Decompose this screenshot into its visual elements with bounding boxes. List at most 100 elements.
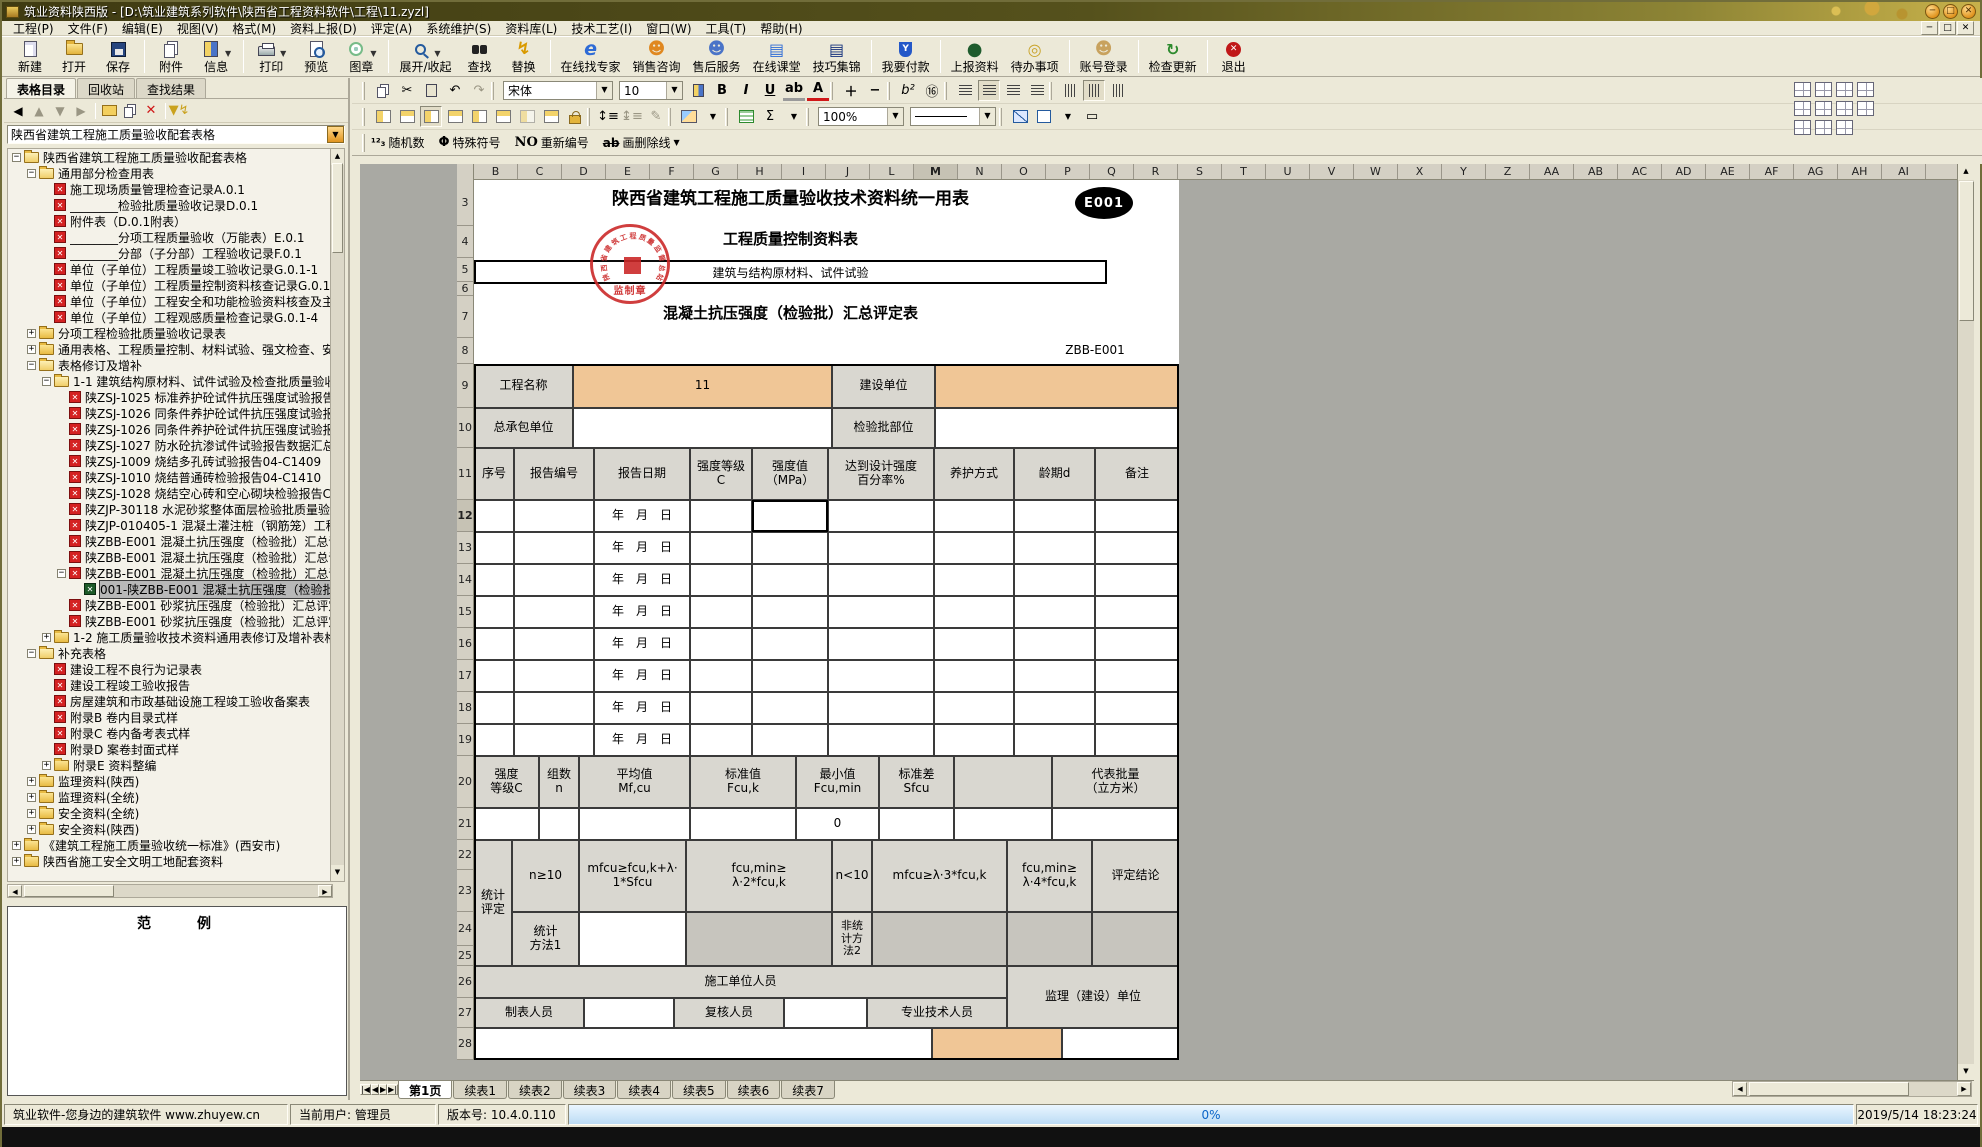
align-right-icon[interactable]	[1002, 80, 1024, 101]
tree-item[interactable]: ✕陕ZBB-E001 砂浆抗压强度（检验批）汇总评定表	[8, 597, 332, 613]
tree-item[interactable]: +1-2 施工质量验收技术资料通用表修订及增补表格	[8, 629, 332, 645]
form-input-cell[interactable]	[514, 596, 594, 628]
sheet-tab-续表7[interactable]: 续表7	[781, 1081, 835, 1099]
border-style-icon[interactable]	[1836, 82, 1853, 97]
form-input-cell[interactable]: 年 月 日	[594, 628, 690, 660]
tree-vertical-scrollbar[interactable]: ▲ ▼	[330, 148, 345, 882]
form-input-cell[interactable]	[752, 628, 828, 660]
renumber-button[interactable]: NO 重新编号	[515, 134, 589, 151]
form-input-cell[interactable]	[879, 808, 954, 840]
row-header-16[interactable]: 16	[457, 628, 473, 660]
row-header-28[interactable]: 28	[457, 1028, 473, 1060]
form-label-cell[interactable]: 制表人员	[474, 998, 584, 1028]
column-header-O[interactable]: O	[1002, 164, 1046, 179]
form-input-cell[interactable]	[828, 724, 934, 756]
decrease-size-icon[interactable]: −	[864, 80, 886, 101]
form-input-cell[interactable]	[474, 660, 514, 692]
copy-icon[interactable]	[120, 101, 140, 120]
form-label-cell[interactable]: n<10	[832, 840, 872, 912]
row-header-24[interactable]: 24	[457, 912, 473, 946]
tree-item-label[interactable]: ________检验批质量验收记录D.0.1	[70, 197, 258, 214]
form-input-cell[interactable]	[935, 408, 1179, 448]
maximize-icon[interactable]: □	[1943, 4, 1958, 19]
menu-窗口[interactable]: 窗口(W)	[639, 22, 698, 36]
column-header-P[interactable]: P	[1046, 164, 1090, 179]
tree-item-label[interactable]: 陕ZSJ-1025 标准养护砼试件抗压强度试验报告数据汇总	[85, 389, 332, 406]
tree-item[interactable]: −1-1 建筑结构原材料、试件试验及检查批质量验收（增补表	[8, 373, 332, 389]
diagonal-cell-icon[interactable]	[1009, 106, 1031, 127]
form-input-cell[interactable]: 年 月 日	[594, 692, 690, 724]
sheet-vertical-scrollbar[interactable]: ▲ ▼	[1957, 164, 1974, 1080]
tree-item-label[interactable]: 001-陕ZBB-E001 混凝土抗压强度（检验批）汇总评	[100, 581, 332, 598]
column-header-U[interactable]: U	[1266, 164, 1310, 179]
form-input-cell[interactable]: 0	[796, 808, 879, 840]
form-input-cell[interactable]	[579, 808, 690, 840]
collapse-icon[interactable]: −	[27, 169, 36, 178]
tree-item[interactable]: ✕施工现场质量管理检查记录A.0.1	[8, 181, 332, 197]
tree-item[interactable]: ✕陕ZSJ-1010 烧结普通砖检验报告04-C1410	[8, 469, 332, 485]
tree-item-label[interactable]: 补充表格	[58, 645, 106, 662]
row-header-12[interactable]: 12	[457, 500, 473, 532]
tree-item-label[interactable]: 陕ZSJ-1010 烧结普通砖检验报告04-C1410	[85, 469, 321, 486]
border-style-icon[interactable]	[1794, 101, 1811, 116]
vertical-text-left-icon[interactable]	[1059, 80, 1081, 101]
merge-down-icon[interactable]	[396, 106, 418, 127]
tree-item-label[interactable]: 陕ZBB-E001 混凝土抗压强度（检验批）汇总评定表 GB_	[85, 549, 332, 566]
tree-item[interactable]: ✕陕ZSJ-1026 同条件养护砼试件抗压强度试验报告数据汇总	[8, 405, 332, 421]
undo-icon[interactable]: ↶	[444, 80, 466, 101]
form-input-cell[interactable]	[474, 532, 514, 564]
tree-item-label[interactable]: 房屋建筑和市政基础设施工程竣工验收备案表	[70, 693, 310, 710]
form-input-cell[interactable]	[474, 808, 539, 840]
form-label-cell[interactable]: 龄期d	[1014, 448, 1095, 500]
tree-item-label[interactable]: 建设工程不良行为记录表	[70, 661, 202, 678]
first-sheet-icon[interactable]: |◀	[360, 1084, 371, 1095]
align-left-icon[interactable]	[954, 80, 976, 101]
form-input-cell[interactable]	[690, 660, 752, 692]
form-input-cell[interactable]	[514, 692, 594, 724]
online-class-button[interactable]: ▤在线课堂	[747, 37, 807, 76]
menu-资料库[interactable]: 资料库(L)	[498, 22, 564, 36]
collapse-icon[interactable]: −	[12, 153, 21, 162]
form-input-cell[interactable]	[514, 564, 594, 596]
collapse-icon[interactable]: −	[42, 377, 51, 386]
form-input-cell[interactable]	[579, 912, 686, 966]
underline-cell-icon[interactable]: ▭	[1081, 106, 1103, 127]
tree-item-label[interactable]: 通用部分检查用表	[58, 165, 154, 182]
row-header-18[interactable]: 18	[457, 692, 473, 724]
form-input-cell[interactable]	[1052, 808, 1179, 840]
border-style-icon[interactable]	[1815, 82, 1832, 97]
row-header-15[interactable]: 15	[457, 596, 473, 628]
form-input-cell[interactable]	[828, 692, 934, 724]
dropdown-icon[interactable]: ▼	[278, 49, 288, 58]
form-input-cell[interactable]	[690, 808, 796, 840]
tree-item-label[interactable]: 1-2 施工质量验收技术资料通用表修订及增补表格	[73, 629, 332, 646]
scroll-left-icon[interactable]: ◀	[8, 885, 22, 897]
form-input-cell[interactable]	[934, 564, 1014, 596]
tree-item-label[interactable]: 《建筑工程施工质量验收统一标准》(西安市)	[43, 837, 280, 854]
form-input-cell[interactable]	[934, 660, 1014, 692]
underline-button[interactable]: U	[759, 80, 781, 101]
form-label-cell[interactable]: 建设单位	[832, 364, 935, 408]
form-label-cell[interactable]: 统计 方法1	[512, 912, 579, 966]
column-header-W[interactable]: W	[1354, 164, 1398, 179]
form-input-cell[interactable]	[828, 628, 934, 660]
form-input-cell[interactable]	[514, 628, 594, 660]
tree-item[interactable]: ✕附录C 卷内备考表式样	[8, 725, 332, 741]
border-style-icon[interactable]	[1836, 120, 1853, 135]
form-input-cell[interactable]	[752, 596, 828, 628]
tree-item[interactable]: −补充表格	[8, 645, 332, 661]
tips-button[interactable]: ▤技巧集锦	[807, 37, 867, 76]
row-header-14[interactable]: 14	[457, 564, 473, 596]
column-header-AG[interactable]: AG	[1794, 164, 1838, 179]
menu-技术工艺[interactable]: 技术工艺(I)	[564, 22, 639, 36]
font-combobox[interactable]: 宋体 ▼	[503, 81, 613, 100]
border-style-icon[interactable]	[1815, 101, 1832, 116]
split-down-icon[interactable]	[492, 106, 514, 127]
form-input-cell[interactable]	[686, 912, 832, 966]
sheet-tab-续表6[interactable]: 续表6	[727, 1081, 781, 1099]
column-header-N[interactable]: N	[958, 164, 1002, 179]
form-label-cell[interactable]	[954, 756, 1052, 808]
copy-icon[interactable]	[372, 80, 394, 101]
tree-item-label[interactable]: 单位（子单位）工程安全和功能检验资料核查及主要功能G.1	[70, 293, 332, 310]
column-header-C[interactable]: C	[518, 164, 562, 179]
